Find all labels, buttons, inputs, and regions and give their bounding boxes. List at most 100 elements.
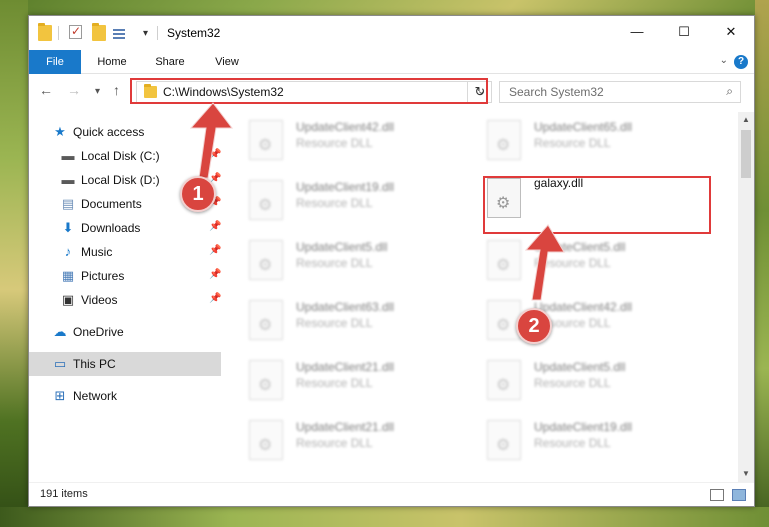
up-button[interactable]: ↑ (113, 82, 120, 98)
dll-file-icon (249, 240, 283, 280)
scroll-up-icon[interactable]: ▲ (738, 112, 754, 128)
expand-ribbon-icon[interactable]: ⌄ (720, 55, 728, 66)
file-name: UpdateClient19.dll (296, 180, 395, 194)
scrollbar-thumb[interactable] (741, 130, 751, 178)
music-icon: ♪ (64, 244, 72, 259)
address-bar-highlight (130, 78, 488, 104)
pin-icon[interactable]: 📌 (209, 245, 221, 256)
file-item[interactable]: UpdateClient5.dll Resource DLL (477, 234, 707, 290)
window-title: System32 (167, 26, 221, 40)
dll-file-icon (487, 360, 521, 400)
desktop-background-right (755, 0, 769, 527)
network-icon: ⊞ (54, 388, 66, 403)
title-bar: ▾ System32 — ☐ ✕ (29, 16, 754, 50)
sidebar-item-quick-access[interactable]: ★ Quick access (29, 120, 221, 144)
sidebar-item-pictures[interactable]: ▦ Pictures 📌 (29, 264, 222, 288)
pin-icon[interactable]: 📌 (209, 149, 221, 160)
file-item[interactable]: UpdateClient42.dll Resource DLL (477, 294, 707, 350)
file-type: Resource DLL (296, 136, 373, 150)
new-folder-icon[interactable] (92, 23, 106, 41)
file-name: UpdateClient65.dll (534, 120, 633, 134)
dll-file-icon (249, 300, 283, 340)
dll-file-icon (487, 120, 521, 160)
step-marker-2: 2 (516, 308, 552, 344)
sidebar-item-label: OneDrive (73, 325, 124, 339)
tab-view[interactable]: View (205, 50, 249, 74)
forward-button[interactable]: → (67, 82, 81, 98)
pictures-icon: ▦ (61, 268, 75, 283)
pin-icon[interactable]: 📌 (209, 221, 221, 232)
ribbon: File Home Share View ⌄ ? (29, 50, 754, 74)
vertical-scrollbar[interactable]: ▲ ▼ (738, 112, 754, 482)
search-input[interactable] (500, 82, 710, 102)
sidebar-item-this-pc[interactable]: ▭ This PC (29, 352, 221, 376)
file-name: UpdateClient42.dll (296, 120, 395, 134)
file-type: Resource DLL (534, 256, 611, 270)
sidebar-item-label: This PC (73, 357, 116, 371)
dll-file-icon (249, 120, 283, 160)
download-icon: ⬇ (62, 220, 74, 235)
computer-icon: ▭ (53, 356, 67, 371)
sidebar-item-network[interactable]: ⊞ Network (29, 384, 221, 408)
quick-access-toolbar-dropdown[interactable]: ▾ (143, 28, 148, 39)
search-icon[interactable]: ⌕ (726, 84, 733, 99)
desktop-background-left (0, 0, 28, 527)
sidebar-item-onedrive[interactable]: ☁ OneDrive (29, 320, 221, 344)
cloud-icon: ☁ (53, 324, 67, 339)
file-item[interactable]: UpdateClient42.dll Resource DLL (239, 114, 469, 170)
file-item[interactable]: UpdateClient19.dll Resource DLL (477, 414, 707, 470)
dll-file-icon (249, 180, 283, 220)
sidebar-item-label: Pictures (81, 269, 125, 283)
maximize-button[interactable]: ☐ (661, 16, 707, 48)
file-item[interactable]: UpdateClient21.dll Resource DLL (239, 354, 469, 410)
details-view-icon[interactable] (710, 489, 724, 501)
sidebar-item-label: Quick access (73, 125, 145, 139)
file-name: UpdateClient5.dll (534, 240, 626, 254)
file-name: UpdateClient5.dll (534, 360, 626, 374)
drive-icon: ▬ (61, 172, 75, 187)
file-type: Resource DLL (534, 136, 611, 150)
documents-icon: ▤ (61, 196, 75, 211)
file-name: UpdateClient42.dll (534, 300, 633, 314)
dll-file-icon (249, 420, 283, 460)
file-item[interactable]: UpdateClient63.dll Resource DLL (239, 294, 469, 350)
close-button[interactable]: ✕ (708, 16, 754, 48)
large-icons-view-icon[interactable] (732, 489, 746, 501)
search-box[interactable]: ⌕ (499, 81, 741, 103)
sidebar-item-label: Documents (81, 197, 142, 211)
file-type: Resource DLL (296, 256, 373, 270)
galaxy-dll-highlight (483, 176, 711, 234)
file-name: UpdateClient21.dll (296, 360, 395, 374)
back-button[interactable]: ← (39, 82, 53, 98)
sidebar-item-local-disk-c[interactable]: ▬ Local Disk (C:) 📌 (29, 144, 222, 168)
file-item[interactable]: UpdateClient19.dll Resource DLL (239, 174, 469, 230)
tab-file[interactable]: File (29, 50, 81, 74)
file-type: Resource DLL (534, 436, 611, 450)
pin-icon[interactable]: 📌 (209, 269, 221, 280)
pin-icon[interactable]: 📌 (209, 293, 221, 304)
sidebar-item-downloads[interactable]: ⬇ Downloads 📌 (29, 216, 222, 240)
file-item[interactable]: UpdateClient65.dll Resource DLL (477, 114, 707, 170)
file-list: UpdateClient42.dll Resource DLL UpdateCl… (239, 112, 734, 480)
step-marker-1: 1 (180, 176, 216, 212)
tab-home[interactable]: Home (89, 50, 135, 74)
desktop-background-bottom (0, 507, 769, 527)
help-icon[interactable]: ? (734, 55, 748, 69)
sidebar-item-label: Videos (81, 293, 118, 307)
file-item[interactable]: UpdateClient5.dll Resource DLL (239, 234, 469, 290)
sidebar-item-music[interactable]: ♪ Music 📌 (29, 240, 222, 264)
navigation-pane: ★ Quick access ▬ Local Disk (C:) 📌 ▬ Loc… (29, 112, 221, 482)
file-item[interactable]: UpdateClient5.dll Resource DLL (477, 354, 707, 410)
recent-locations-dropdown[interactable]: ▾ (95, 86, 100, 97)
tab-share[interactable]: Share (147, 50, 193, 74)
minimize-button[interactable]: — (614, 16, 660, 48)
sidebar-item-label: Local Disk (D:) (81, 173, 160, 187)
sidebar-item-label: Network (73, 389, 118, 403)
file-item[interactable]: UpdateClient21.dll Resource DLL (239, 414, 469, 470)
sidebar-item-videos[interactable]: ▣ Videos 📌 (29, 288, 222, 312)
file-name: UpdateClient19.dll (534, 420, 633, 434)
view-options-icon[interactable] (113, 27, 127, 39)
scroll-down-icon[interactable]: ▼ (738, 466, 754, 482)
file-name: UpdateClient5.dll (296, 240, 388, 254)
properties-check-icon[interactable] (69, 24, 82, 39)
